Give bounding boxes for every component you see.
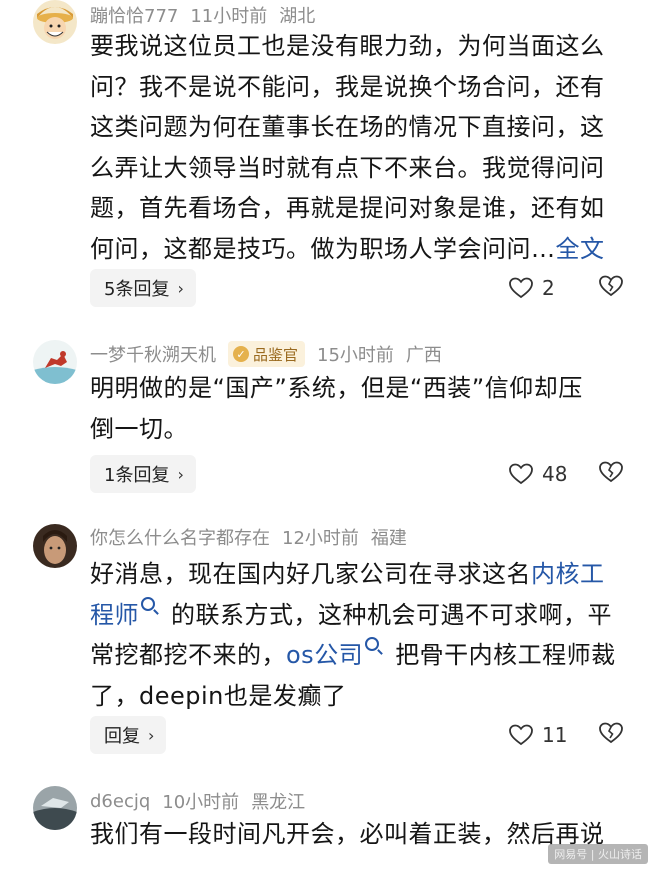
like-button[interactable]: 48 xyxy=(508,462,568,486)
comment-text: 明明做的是“国产”系统，但是“西装”信仰却压 倒一切。 xyxy=(90,368,635,449)
comment-text: 要我说这位员工也是没有眼力劲，为何当面这么 问？我不是说不能问，我是说换个场合问… xyxy=(90,26,635,269)
replies-button[interactable]: 1条回复 › xyxy=(90,455,196,493)
like-count: 2 xyxy=(542,276,555,300)
text-line: 了，deepin也是发癫了 xyxy=(90,681,347,710)
full-text-link[interactable]: 全文 xyxy=(556,235,605,263)
text-line: 好消息，现在国内好几家公司在寻求这名内核工 xyxy=(90,554,635,595)
chevron-right-icon: › xyxy=(177,464,184,484)
text-segment: 好消息，现在国内好几家公司在寻求这名 xyxy=(90,560,531,588)
badge-label: 品鉴官 xyxy=(253,345,299,364)
comment-meta: 蹦恰恰777 11小时前 湖北 xyxy=(90,2,315,28)
like-button[interactable]: 2 xyxy=(508,276,568,300)
search-small-icon[interactable] xyxy=(365,637,380,651)
text-line: 倒一切。 xyxy=(90,414,188,443)
text-line: 问？我不是说不能问，我是说换个场合问，还有 xyxy=(90,72,605,101)
like-count: 11 xyxy=(542,723,568,747)
comment-meta: 你怎么什么名字都存在 12小时前 福建 xyxy=(90,524,407,550)
reply-label: 回复 xyxy=(104,726,140,747)
heart-outline-icon xyxy=(509,277,533,299)
text-segment: 常挖都挖不来的， xyxy=(90,641,286,669)
reply-button[interactable]: 回复 › xyxy=(90,716,167,754)
search-link-kernel-engineer-cont[interactable]: 程师 xyxy=(90,601,139,629)
timestamp: 10小时前 xyxy=(162,792,240,813)
badge-check-icon: ✓ xyxy=(233,346,249,362)
author-name[interactable]: 你怎么什么名字都存在 xyxy=(90,524,270,550)
chevron-right-icon: › xyxy=(177,278,184,298)
text-line: 这类问题为何在董事长在场的情况下直接问，这 xyxy=(90,113,605,141)
comment-text: 好消息，现在国内好几家公司在寻求这名内核工 程师 的联系方式，这种机会可遇不可求啊… xyxy=(90,554,635,716)
text-line: 常挖都挖不来的，os公司 把骨干内核工程师裁 xyxy=(90,635,635,676)
like-button[interactable]: 11 xyxy=(508,723,568,747)
timestamp: 11小时前 xyxy=(190,6,268,27)
replies-label: 1条回复 xyxy=(104,465,170,486)
replies-button[interactable]: 5条回复 › xyxy=(90,269,196,307)
text-line: 明明做的是“国产”系统，但是“西装”信仰却压 xyxy=(90,374,583,402)
heart-broken-outline-icon xyxy=(599,722,623,744)
dislike-button[interactable] xyxy=(598,721,624,749)
search-small-icon[interactable] xyxy=(141,596,155,611)
text-segment: 把骨干内核工程师裁 xyxy=(395,641,616,669)
replies-label: 5条回复 xyxy=(104,279,170,300)
timestamp: 12小时前 xyxy=(282,528,359,549)
text-line: 么弄让大领导当时就有点下不来台。我觉得问问 xyxy=(90,153,605,182)
comment-actions: 48 xyxy=(508,455,624,493)
search-link-kernel-engineer[interactable]: 内核工 xyxy=(531,560,605,588)
avatar[interactable] xyxy=(33,786,77,830)
expert-badge: ✓ 品鉴官 xyxy=(228,341,306,367)
like-count: 48 xyxy=(542,462,568,486)
watermark: 网易号 | 火山诗话 xyxy=(548,844,648,864)
location: 黑龙江 xyxy=(251,792,306,813)
text-segment: 的联系方式，这种机会可遇不可求啊，平 xyxy=(171,600,612,629)
text-line: 要我说这位员工也是没有眼力劲，为何当面这么 xyxy=(90,32,605,60)
comment-meta: d6ecjq 10小时前 黑龙江 xyxy=(90,788,305,814)
dislike-button[interactable] xyxy=(598,460,624,488)
heart-broken-outline-icon xyxy=(599,461,623,483)
dislike-button[interactable] xyxy=(598,274,624,302)
chevron-right-icon: › xyxy=(148,725,155,745)
text-line: 何问，这都是技巧。做为职场人学会问问…全文 xyxy=(90,229,635,270)
search-link-os-company[interactable]: os公司 xyxy=(286,641,363,669)
text-line: 题，首先看场合，再就是提问对象是谁，还有如 xyxy=(90,194,605,222)
comment-actions: 2 xyxy=(508,269,624,307)
text-line: 程师 的联系方式，这种机会可遇不可求啊，平 xyxy=(90,595,635,636)
comment-actions: 11 xyxy=(508,716,624,754)
heart-broken-outline-icon xyxy=(599,275,623,297)
heart-outline-icon xyxy=(509,463,533,485)
text-line-content: 何问，这都是技巧。做为职场人学会问问… xyxy=(90,234,556,263)
avatar[interactable] xyxy=(33,0,77,44)
heart-outline-icon xyxy=(509,724,533,746)
timestamp: 15小时前 xyxy=(317,345,394,366)
comment-meta: 一梦千秋溯天机 ✓ 品鉴官 15小时前 广西 xyxy=(90,340,442,368)
avatar[interactable] xyxy=(33,524,77,568)
author-name[interactable]: 蹦恰恰777 xyxy=(90,2,178,28)
location: 广西 xyxy=(405,345,442,366)
author-name[interactable]: d6ecjq xyxy=(90,791,150,812)
avatar[interactable] xyxy=(33,340,77,384)
location: 福建 xyxy=(370,528,407,549)
author-name[interactable]: 一梦千秋溯天机 xyxy=(90,341,216,367)
location: 湖北 xyxy=(279,6,316,27)
